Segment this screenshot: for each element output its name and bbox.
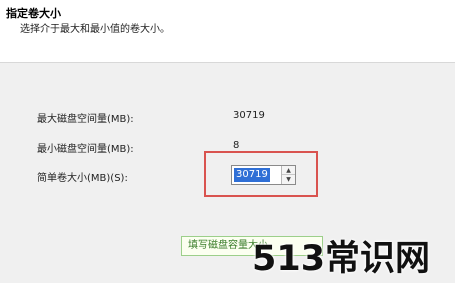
wizard-header: 指定卷大小 选择介于最大和最小值的卷大小。 — [0, 0, 455, 63]
site-watermark: 513常识网 — [252, 239, 431, 279]
min-space-value: 8 — [233, 140, 240, 151]
volume-size-input[interactable]: 30719 — [234, 168, 270, 182]
chevron-down-icon[interactable]: ▼ — [282, 175, 295, 184]
max-space-label: 最大磁盘空间量(MB): — [37, 114, 134, 125]
volume-size-stepper[interactable]: 30719 ▲ ▼ — [231, 165, 296, 185]
page-subtitle: 选择介于最大和最小值的卷大小。 — [20, 24, 170, 35]
stepper-buttons: ▲ ▼ — [281, 166, 295, 184]
min-space-label: 最小磁盘空间量(MB): — [37, 144, 134, 155]
volume-size-label: 简单卷大小(MB)(S): — [37, 173, 128, 184]
chevron-up-icon[interactable]: ▲ — [282, 166, 295, 175]
page-title: 指定卷大小 — [6, 7, 61, 20]
max-space-value: 30719 — [233, 110, 265, 121]
